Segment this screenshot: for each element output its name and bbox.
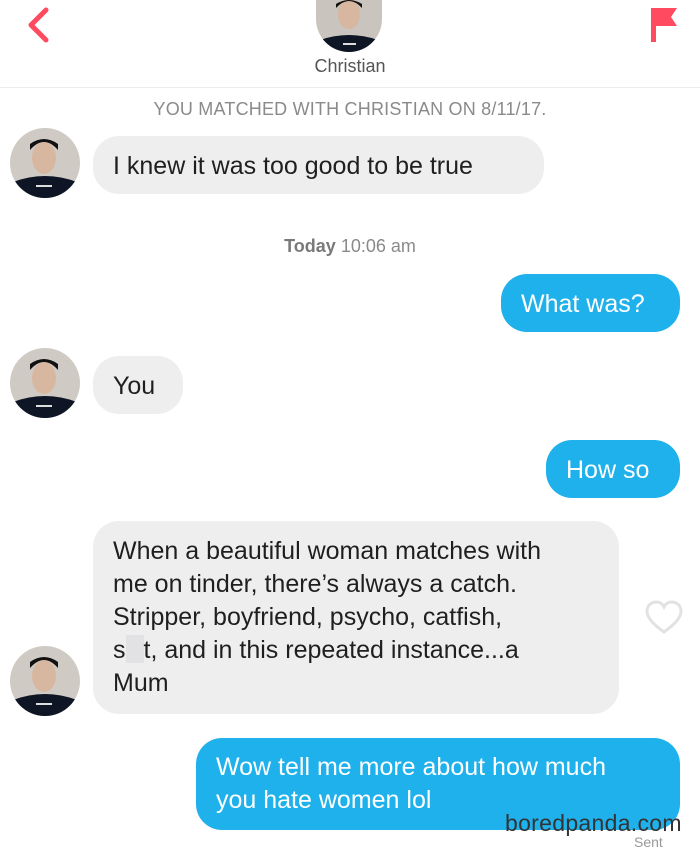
message-timestamp: Today 10:06 am (0, 236, 700, 257)
report-flag-icon[interactable] (646, 2, 682, 44)
sent-status: Sent (634, 834, 663, 850)
message-text: How so (566, 456, 650, 484)
message-bubble-outgoing: What was? (501, 274, 680, 332)
message-line: me on tinder, there’s always a catch. (113, 570, 517, 598)
censored-word-start: s (113, 636, 126, 664)
message-line-rest: t, and in this repeated instance...a (143, 636, 519, 664)
message-line: When a beautiful woman matches with (113, 537, 541, 565)
back-chevron-icon[interactable] (20, 4, 56, 44)
message-text: What was? (521, 290, 645, 318)
match-avatar[interactable] (316, 0, 382, 52)
chat-header: Christian (0, 0, 700, 88)
message-bubble-outgoing: How so (546, 440, 680, 498)
watermark: boredpanda.com (505, 810, 682, 836)
message-line: Mum (113, 669, 169, 697)
message-bubble-incoming: You (93, 356, 183, 414)
match-name[interactable]: Christian (0, 56, 700, 77)
match-avatar[interactable] (10, 646, 80, 716)
redaction-mark (125, 635, 144, 663)
message-bubble-incoming: I knew it was too good to be true (93, 136, 544, 194)
timestamp-time: 10:06 am (340, 236, 416, 256)
message-text: You (113, 372, 156, 400)
message-line: s t, and in this repeated instance...a (113, 634, 599, 667)
match-avatar[interactable] (10, 128, 80, 198)
message-bubble-incoming: When a beautiful woman matches with me o… (93, 521, 619, 714)
match-date-banner: YOU MATCHED WITH CHRISTIAN ON 8/11/17. (153, 99, 547, 119)
message-line: Wow tell me more about how much (216, 753, 606, 781)
like-heart-icon[interactable] (644, 600, 684, 636)
message-line: Stripper, boyfriend, psycho, catfish, (113, 603, 503, 631)
match-avatar[interactable] (10, 348, 80, 418)
timestamp-day: Today (284, 236, 336, 256)
message-text: I knew it was too good to be true (113, 152, 473, 180)
